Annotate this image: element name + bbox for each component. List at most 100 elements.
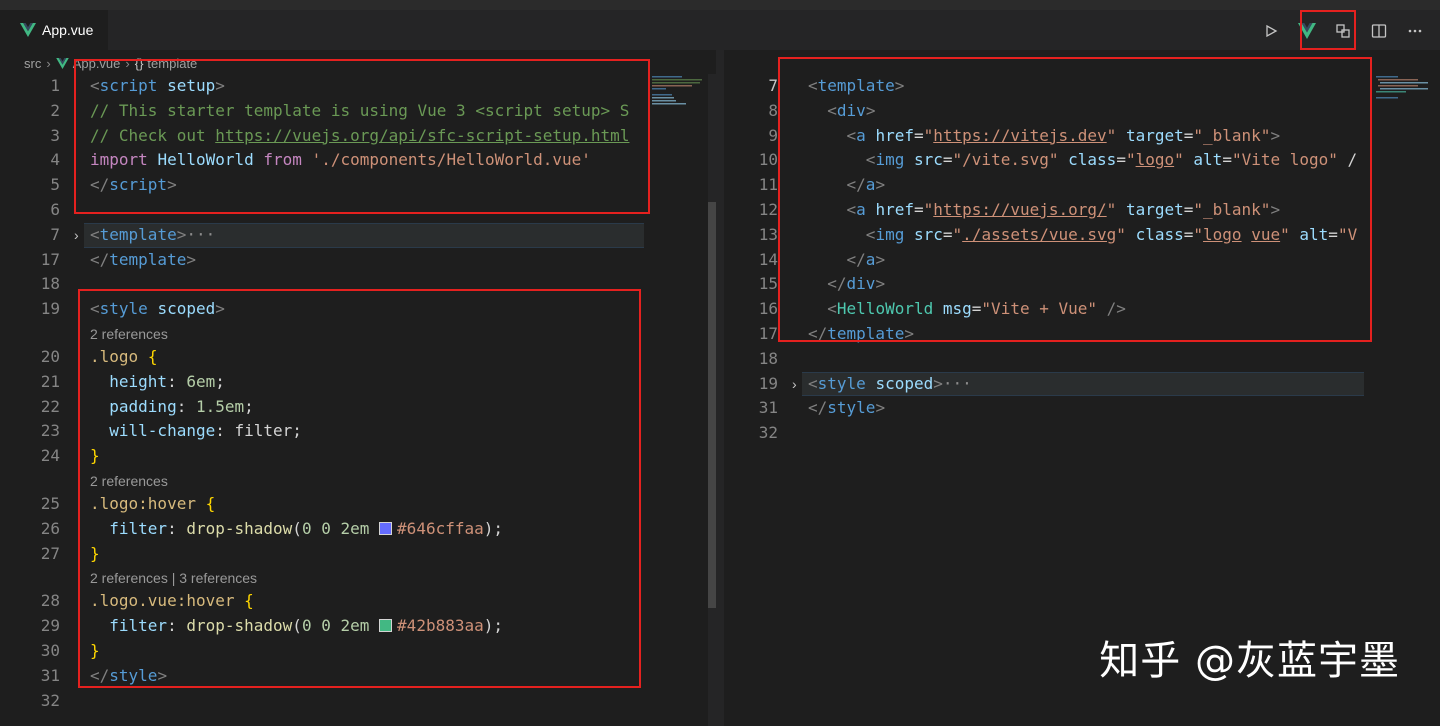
run-icon[interactable] [1260,20,1282,42]
split-editor-icon[interactable] [1368,20,1390,42]
code-token: = [1328,224,1338,244]
code-line[interactable]: <HelloWorld msg="Vite + Vue" /> [808,297,1126,322]
code-token: > [875,249,886,269]
code-token: 2em [340,518,370,538]
code-line[interactable]: </template> [90,248,196,273]
code-token: " [1106,125,1117,145]
code-token: > [215,76,225,95]
line-number: 23 [40,421,60,441]
breadcrumb-symbol-label: template [147,55,198,71]
line-number: 30 [40,641,60,660]
minimap-right[interactable] [1372,74,1432,134]
code-line[interactable]: height: 6em; [90,370,225,395]
code-token: ( [292,616,302,636]
line-number: 28 [40,591,60,611]
code-line[interactable]: <img src="/vite.svg" class="logo" alt="V… [808,148,1357,173]
code-line[interactable]: </a> [808,248,886,273]
code-line[interactable]: padding: 1.5em; [90,395,254,420]
code-line[interactable]: </style> [90,664,167,689]
code-token: { [147,347,158,366]
code-token: ··· [186,224,216,244]
code-token: " [1125,150,1136,170]
color-swatch-icon[interactable] [379,619,393,633]
code-line[interactable]: import HelloWorld from './components/Hel… [90,148,591,173]
fold-chevron-icon[interactable]: › [792,372,797,397]
code-token: drop-shadow [186,518,293,538]
code-token: // This starter template is using Vue 3 … [90,100,630,120]
code-line[interactable]: <div> [808,99,875,124]
code-token: https://vitejs.dev [933,125,1107,145]
code-line[interactable]: </script> [90,173,177,198]
code-line[interactable]: .logo.vue:hover { [90,589,254,614]
breadcrumb-src[interactable]: src [24,56,41,71]
line-number: 27 [40,543,60,563]
code-line[interactable]: .logo { [90,345,157,370]
code-token: a [856,200,866,219]
editor-pane-left[interactable]: 1 <script setup> 2// This starter template… [0,74,716,726]
code-token: setup [167,76,216,95]
code-line[interactable]: } [90,444,100,469]
code-line[interactable]: filter: drop-shadow(0 0 2em #42b883aa); [90,614,503,639]
code-token: > [875,398,886,418]
code-token: filter [109,518,168,538]
code-token: .logo.vue:hover [90,591,235,611]
code-line[interactable]: <template>··· [90,223,215,248]
code-token: > [167,175,177,195]
code-token: < [827,100,837,120]
tab-app-vue[interactable]: App.vue [0,10,108,50]
code-line[interactable]: } [90,542,100,567]
more-actions-icon[interactable] [1404,20,1426,42]
code-token: < [865,150,876,170]
code-line[interactable]: <a href="https://vuejs.org/" target="_bl… [808,198,1281,223]
code-line[interactable]: </template> [808,322,914,347]
code-token: logo [1203,224,1242,244]
breadcrumb-symbol[interactable]: {} template [135,56,198,71]
code-line[interactable]: </a> [808,173,886,198]
code-line[interactable]: </div> [808,272,885,297]
code-token: "_blank" [1193,125,1271,145]
open-changes-icon[interactable] [1332,20,1354,42]
code-token: template [827,324,905,343]
code-token: < [865,224,876,244]
fold-chevron-icon[interactable]: › [74,223,79,248]
minimap-left[interactable] [648,74,708,726]
code-token: " [1193,224,1204,244]
codelens-references[interactable]: 2 references [90,470,168,492]
codelens-references[interactable]: 2 references [90,323,168,345]
code-line[interactable]: <template> [808,74,904,99]
code-line[interactable]: </style> [808,396,885,421]
editor-split-sash[interactable] [716,50,724,726]
code-token: = [942,150,953,170]
code-line[interactable]: filter: drop-shadow(0 0 2em #646cffaa); [90,517,503,542]
vue-preview-icon[interactable] [1296,20,1318,42]
code-line[interactable]: // Check out https://vuejs.org/api/sfc-s… [90,124,629,149]
code-token: a [856,125,866,145]
code-token: </ [808,398,828,418]
code-line[interactable]: } [90,639,100,664]
code-token: "Vite logo" [1231,150,1338,170]
code-line[interactable]: <style scoped>··· [808,372,972,397]
code-line[interactable]: <a href="https://vitejs.dev" target="_bl… [808,124,1281,149]
code-line[interactable]: .logo:hover { [90,492,215,517]
codelens-references[interactable]: 2 references | 3 references [90,567,257,589]
code-token: " [1174,150,1184,170]
watermark: 知乎 @灰蓝宇墨 [1099,638,1400,684]
code-line[interactable]: will-change: filter; [90,419,302,444]
color-swatch-icon[interactable] [379,521,393,535]
line-number: 3 [50,125,60,145]
code-token: < [846,200,857,219]
code-line[interactable]: <script setup> [90,74,225,99]
code-line[interactable]: <img src="./assets/vue.svg" class="logo … [808,223,1357,248]
code-line[interactable]: <style scoped> [90,297,225,322]
code-line[interactable]: // This starter template is using Vue 3 … [90,99,629,124]
breadcrumb-file[interactable]: App.vue [55,56,120,71]
code-token: > [1270,200,1281,219]
code-token: </ [827,274,847,294]
